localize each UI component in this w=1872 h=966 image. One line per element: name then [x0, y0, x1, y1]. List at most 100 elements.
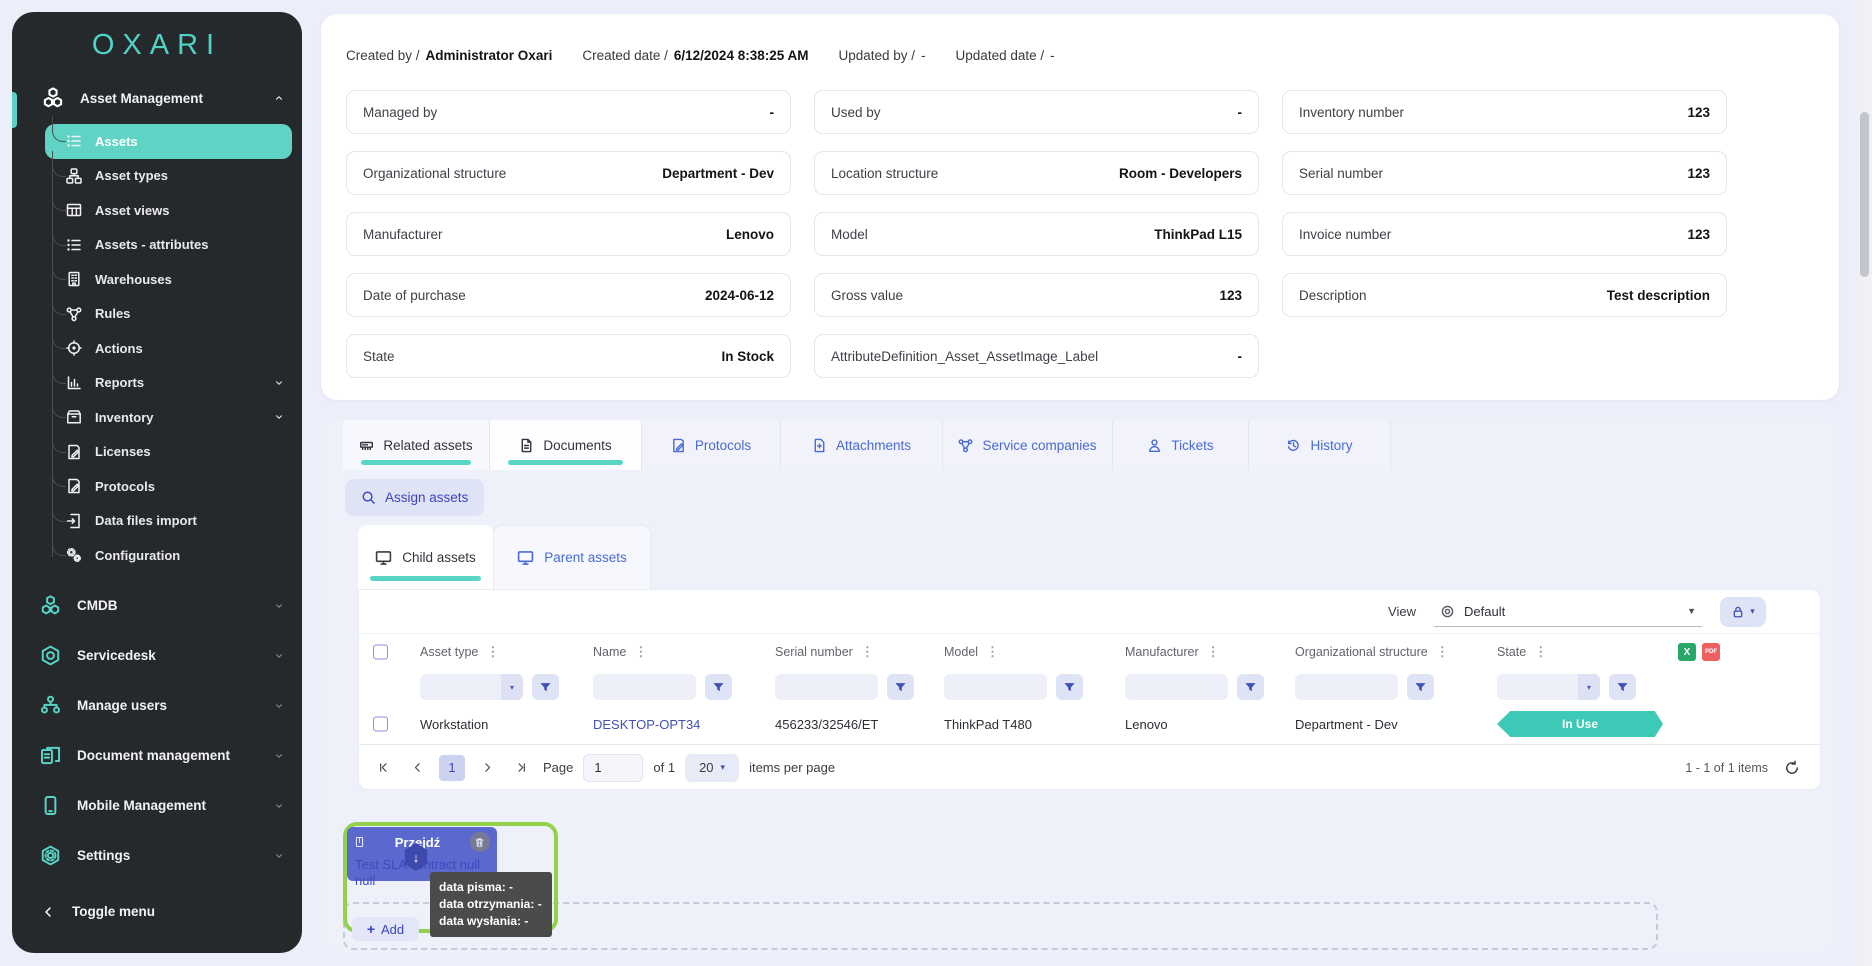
chevron-left-icon — [40, 904, 56, 920]
previous-page-button[interactable] — [405, 756, 429, 780]
filter-input-model[interactable] — [944, 674, 1047, 700]
subtab-child-assets[interactable]: Child assets — [358, 525, 493, 589]
filter-button-organizational-structure[interactable] — [1407, 674, 1434, 700]
filter-input-manufacturer[interactable] — [1125, 674, 1228, 700]
export-excel-icon[interactable]: X — [1678, 643, 1696, 661]
tab-protocols[interactable]: Protocols — [642, 420, 781, 470]
column-menu-icon[interactable]: ⋮ — [486, 644, 499, 660]
filter-button-asset-type[interactable] — [532, 674, 559, 700]
page-scrollbar[interactable] — [1858, 0, 1872, 966]
field-state[interactable]: StateIn Stock — [346, 334, 791, 378]
filter-button-manufacturer[interactable] — [1237, 674, 1264, 700]
filter-input-state[interactable]: ▾ — [1497, 674, 1600, 700]
tab-documents[interactable]: Documents — [490, 420, 642, 470]
export-pdf-icon[interactable]: PDF — [1702, 643, 1720, 661]
column-header-asset-type[interactable]: Asset type⋮ — [420, 634, 499, 670]
assign-assets-button[interactable]: Assign assets — [345, 479, 484, 516]
sidebar: OXARI Asset Management Assets Asset type… — [12, 12, 302, 953]
field-model[interactable]: ModelThinkPad L15 — [814, 212, 1259, 256]
column-header-state[interactable]: State⋮ — [1497, 634, 1547, 670]
sidebar-item-assets[interactable]: Assets — [45, 124, 292, 159]
cell-name-link[interactable]: DESKTOP-OPT34 — [593, 704, 700, 744]
funnel-icon — [539, 681, 552, 694]
filter-button-model[interactable] — [1056, 674, 1083, 700]
tab-service-companies[interactable]: Service companies — [943, 420, 1113, 470]
next-page-button[interactable] — [475, 756, 499, 780]
filter-input-asset-type[interactable]: ▾ — [420, 674, 523, 700]
field-used-by[interactable]: Used by- — [814, 90, 1259, 134]
page-size-select[interactable]: 20▾ — [685, 754, 739, 782]
field-gross-value[interactable]: Gross value123 — [814, 273, 1259, 317]
lock-view-button[interactable]: ▾ — [1720, 597, 1766, 627]
column-header-name[interactable]: Name⋮ — [593, 634, 647, 670]
refresh-icon — [1784, 760, 1800, 776]
sidebar-item-servicedesk[interactable]: Servicedesk — [12, 631, 302, 681]
column-menu-icon[interactable]: ⋮ — [861, 644, 874, 660]
scrollbar-thumb[interactable] — [1860, 112, 1869, 277]
last-page-button[interactable] — [509, 756, 533, 780]
dropdown-arrow-icon[interactable]: ▾ — [1578, 674, 1600, 700]
active-tab-underline — [508, 460, 623, 465]
filter-input-name[interactable] — [593, 674, 696, 700]
plus-icon: + — [367, 921, 375, 937]
field-inventory-number[interactable]: Inventory number123 — [1282, 90, 1727, 134]
table-row[interactable]: Workstation DESKTOP-OPT34 456233/32546/E… — [359, 704, 1820, 744]
toggle-menu-button[interactable]: Toggle menu — [12, 887, 302, 937]
tab-related-assets[interactable]: Related assets — [343, 420, 490, 470]
subtab-parent-assets[interactable]: Parent assets — [493, 525, 651, 589]
column-header-manufacturer[interactable]: Manufacturer⋮ — [1125, 634, 1220, 670]
current-page-button[interactable]: 1 — [439, 755, 465, 781]
refresh-button[interactable] — [1780, 756, 1804, 780]
sidebar-item-settings[interactable]: Settings — [12, 831, 302, 881]
sidebar-section-asset-management[interactable]: Asset Management — [12, 78, 302, 118]
column-menu-icon[interactable]: ⋮ — [986, 644, 999, 660]
column-menu-icon[interactable]: ⋮ — [634, 644, 647, 660]
column-header-organizational-structure[interactable]: Organizational structure⋮ — [1295, 634, 1449, 670]
column-menu-icon[interactable]: ⋮ — [1534, 644, 1547, 660]
sidebar-item-document-management[interactable]: Document management — [12, 731, 302, 781]
active-tab-underline — [361, 460, 471, 465]
status-badge: In Use — [1497, 711, 1663, 737]
filter-input-serial-number[interactable] — [775, 674, 878, 700]
filter-button-serial-number[interactable] — [887, 674, 914, 700]
field-serial-number[interactable]: Serial number123 — [1282, 151, 1727, 195]
chevron-down-icon — [274, 378, 284, 388]
asset-types-icon — [66, 168, 82, 184]
delete-document-button[interactable] — [470, 832, 490, 852]
filter-button-name[interactable] — [705, 674, 732, 700]
filter-button-state[interactable] — [1609, 674, 1636, 700]
sidebar-item-manage-users[interactable]: Manage users — [12, 681, 302, 731]
field-asset-image[interactable]: AttributeDefinition_Asset_AssetImage_Lab… — [814, 334, 1259, 378]
column-menu-icon[interactable]: ⋮ — [1207, 644, 1220, 660]
field-managed-by[interactable]: Managed by- — [346, 90, 791, 134]
select-all-checkbox[interactable] — [373, 645, 388, 660]
sidebar-item-configuration[interactable]: Configuration — [12, 538, 302, 573]
first-page-icon — [377, 761, 390, 774]
view-select[interactable]: Default ▼ — [1434, 597, 1702, 627]
field-invoice-number[interactable]: Invoice number123 — [1282, 212, 1727, 256]
column-menu-icon[interactable]: ⋮ — [1436, 644, 1449, 660]
tab-attachments[interactable]: Attachments — [781, 420, 943, 470]
tab-tickets[interactable]: Tickets — [1113, 420, 1249, 470]
add-document-button[interactable]: +Add — [352, 917, 419, 941]
download-arrow-icon: ↓ — [413, 850, 420, 865]
items-range-label: 1 - 1 of 1 items — [1685, 761, 1768, 775]
field-date-of-purchase[interactable]: Date of purchase2024-06-12 — [346, 273, 791, 317]
field-description[interactable]: DescriptionTest description — [1282, 273, 1727, 317]
column-header-serial-number[interactable]: Serial number⋮ — [775, 634, 874, 670]
sidebar-item-cmdb[interactable]: CMDB — [12, 581, 302, 631]
page-number-input[interactable] — [583, 754, 643, 782]
asset-views-icon — [66, 202, 82, 218]
field-location-structure[interactable]: Location structureRoom - Developers — [814, 151, 1259, 195]
documents-icon — [519, 438, 534, 453]
filter-input-organizational-structure[interactable] — [1295, 674, 1398, 700]
first-page-button[interactable] — [371, 756, 395, 780]
field-manufacturer[interactable]: ManufacturerLenovo — [346, 212, 791, 256]
dropdown-arrow-icon[interactable]: ▾ — [501, 674, 523, 700]
field-organizational-structure[interactable]: Organizational structureDepartment - Dev — [346, 151, 791, 195]
row-checkbox[interactable] — [373, 717, 388, 732]
sidebar-item-mobile-management[interactable]: Mobile Management — [12, 781, 302, 831]
column-header-model[interactable]: Model⋮ — [944, 634, 999, 670]
document-management-icon — [40, 745, 61, 766]
tab-history[interactable]: History — [1249, 420, 1391, 470]
